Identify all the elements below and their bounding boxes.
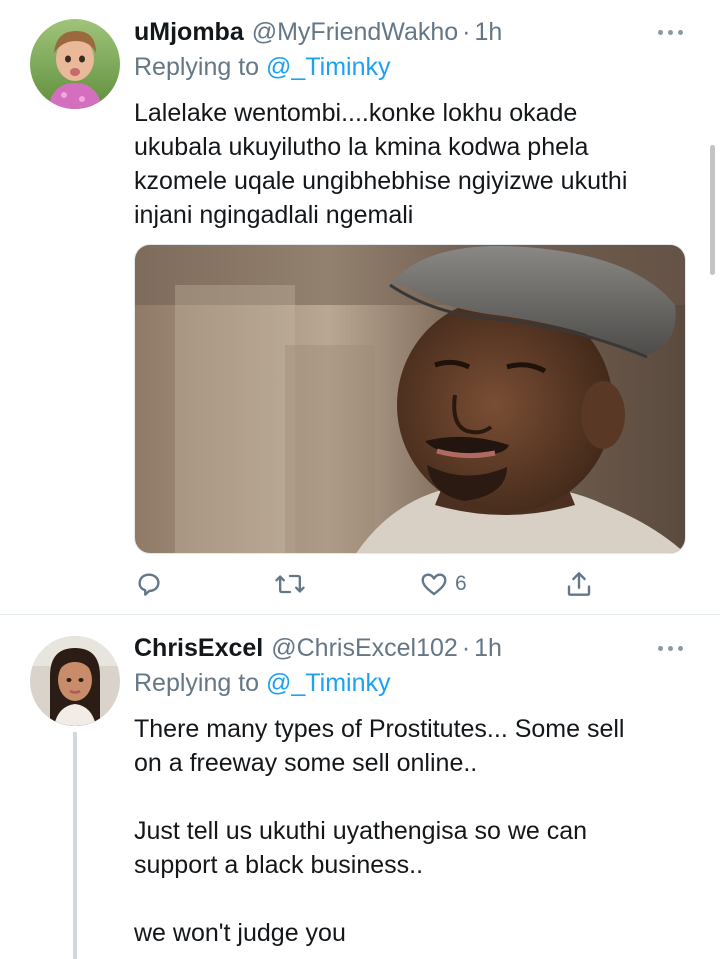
more-options-icon[interactable] [656, 638, 686, 658]
separator: · [461, 634, 471, 662]
like-button[interactable]: 6 [419, 566, 467, 602]
tweet-content: ChrisExcel @ChrisExcel102 · 1h Replying … [134, 632, 686, 950]
heart-icon [421, 573, 447, 596]
like-count: 6 [455, 572, 467, 595]
tweet-text: Lalelake wentombi....konke lokhu okade u… [134, 96, 686, 232]
timestamp[interactable]: 1h [474, 632, 502, 664]
replying-to-handle[interactable]: @_Timinky [266, 669, 390, 697]
paragraph-break [134, 780, 686, 814]
tweet-media-image[interactable] [134, 244, 686, 554]
tweet-text-line: Just tell us ukuthi uyathengisa so we ca… [134, 817, 588, 845]
tweet-text-line: we won't judge you [134, 919, 346, 947]
scrollbar[interactable] [710, 145, 715, 275]
tweet-text: There many types of Prostitutes... Some … [134, 712, 686, 950]
tweet-content: uMjomba @MyFriendWakho · 1h Replying to … [134, 16, 686, 232]
tweet-text-line: There many types of Prostitutes... Some … [134, 715, 625, 743]
more-options-icon[interactable] [656, 22, 686, 42]
replying-to: Replying to @_Timinky [134, 666, 686, 700]
user-handle[interactable]: @ChrisExcel102 [271, 632, 458, 664]
reply-icon[interactable] [134, 566, 164, 602]
thread-line [73, 732, 77, 959]
paragraph-break [134, 882, 686, 916]
replying-label: Replying to [134, 669, 260, 697]
tweet-text-line: ukubala ukuyilutho la kmina kodwa phela [134, 133, 589, 161]
separator: · [462, 18, 471, 46]
tweet-header: ChrisExcel @ChrisExcel102 · 1h [134, 632, 686, 664]
tweet[interactable]: uMjomba @MyFriendWakho · 1h Replying to … [0, 0, 720, 614]
replying-label: Replying to [134, 53, 260, 81]
display-name[interactable]: ChrisExcel [134, 632, 263, 664]
display-name[interactable]: uMjomba [134, 16, 244, 48]
retweet-icon[interactable] [274, 566, 306, 602]
timestamp[interactable]: 1h [475, 16, 503, 48]
tweet-actions: 6 [134, 566, 594, 602]
tweet-text-line: Lalelake wentombi....konke lokhu okade [134, 99, 578, 127]
replying-to: Replying to @_Timinky [134, 50, 686, 84]
replying-to-handle[interactable]: @_Timinky [266, 53, 390, 81]
avatar[interactable] [30, 636, 120, 726]
tweet-text-line: kzomele uqale ungibhebhise ngiyizwe ukut… [134, 167, 628, 195]
tweet-text-line: support a black business.. [134, 851, 424, 879]
tweet-text-line: on a freeway some sell online.. [134, 749, 478, 777]
tweet[interactable]: ChrisExcel @ChrisExcel102 · 1h Replying … [0, 614, 720, 959]
tweet-header: uMjomba @MyFriendWakho · 1h [134, 16, 686, 48]
user-handle[interactable]: @MyFriendWakho [252, 16, 458, 48]
avatar[interactable] [30, 19, 120, 109]
share-icon[interactable] [564, 566, 594, 602]
tweet-text-line: injani ngingadlali ngemali [134, 201, 414, 229]
